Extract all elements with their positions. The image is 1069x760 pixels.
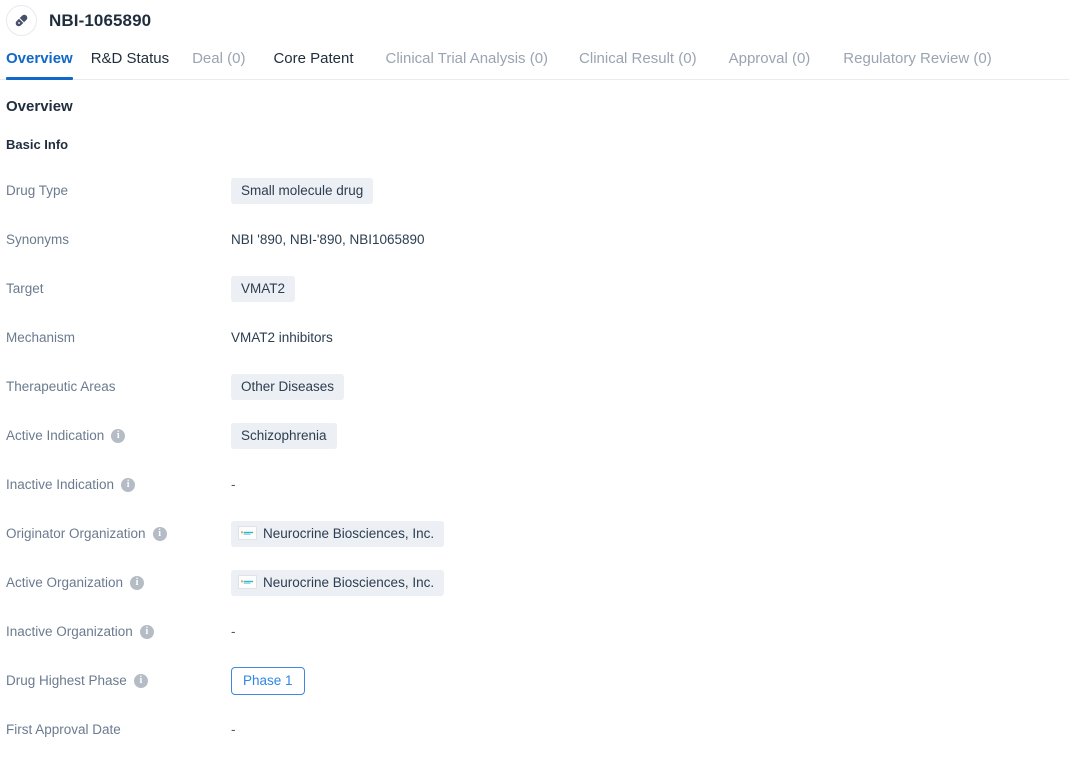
company-logo-icon (238, 575, 257, 589)
row-value: - (231, 722, 236, 738)
mechanism-value: VMAT2 inhibitors (231, 329, 333, 345)
tab-approval[interactable]: Approval (0) (729, 41, 811, 79)
row-label-text: First Approval Date (6, 721, 121, 737)
drug-type-chip[interactable]: Small molecule drug (231, 177, 374, 204)
table-row: Drug Highest Phase i Phase 1 (6, 656, 1069, 705)
table-row: Active Organization i Neurocrine Bioscie… (6, 558, 1069, 607)
row-label-text: Drug Type (6, 182, 69, 198)
row-label: Originator Organization i (6, 526, 231, 542)
row-label: Mechanism (6, 330, 231, 346)
row-value: Schizophrenia (231, 422, 337, 449)
row-label: Inactive Indication i (6, 477, 231, 493)
table-row: Inactive Organization i - (6, 607, 1069, 656)
page-title: NBI-1065890 (49, 10, 152, 30)
row-label-text: Therapeutic Areas (6, 378, 116, 394)
drug-highest-phase-chip[interactable]: Phase 1 (231, 666, 305, 695)
row-label-text: Inactive Indication (6, 476, 115, 492)
therapeutic-area-chip[interactable]: Other Diseases (231, 373, 345, 400)
row-label-text: Synonyms (6, 231, 70, 247)
table-row: Originator Organization i Neurocrine Bio… (6, 509, 1069, 558)
info-icon[interactable]: i (139, 624, 154, 639)
row-label: Drug Type (6, 183, 231, 199)
row-value: Neurocrine Biosciences, Inc. (231, 520, 445, 547)
row-value: - (231, 624, 236, 640)
synonyms-value: NBI '890, NBI-'890, NBI1065890 (231, 231, 425, 247)
tab-deal[interactable]: Deal (0) (192, 41, 245, 79)
row-label: Active Indication i (6, 428, 231, 444)
row-value: Phase 1 (231, 666, 305, 695)
row-label: First Approval Date (6, 722, 231, 738)
target-chip[interactable]: VMAT2 (231, 275, 296, 302)
row-value: VMAT2 inhibitors (231, 330, 333, 346)
inactive-indication-value: - (231, 476, 236, 492)
table-row: Mechanism VMAT2 inhibitors (6, 313, 1069, 362)
tab-rd-status[interactable]: R&D Status (91, 41, 169, 79)
row-label: Therapeutic Areas (6, 379, 231, 395)
info-icon[interactable]: i (152, 526, 167, 541)
row-value: Neurocrine Biosciences, Inc. (231, 569, 445, 596)
tab-clinical-result[interactable]: Clinical Result (0) (579, 41, 697, 79)
row-label: Drug Highest Phase i (6, 673, 231, 689)
row-label-text: Active Indication (6, 427, 105, 443)
row-label: Active Organization i (6, 575, 231, 591)
tab-core-patent[interactable]: Core Patent (273, 41, 353, 79)
table-row: Target VMAT2 (6, 264, 1069, 313)
info-icon[interactable]: i (121, 477, 136, 492)
tab-clinical-trial-analysis[interactable]: Clinical Trial Analysis (0) (386, 41, 549, 79)
row-value: Other Diseases (231, 373, 345, 400)
row-value: VMAT2 (231, 275, 296, 302)
first-approval-date-value: - (231, 721, 236, 737)
originator-organization-chip[interactable]: Neurocrine Biosciences, Inc. (231, 520, 445, 547)
row-label: Inactive Organization i (6, 624, 231, 640)
active-indication-chip[interactable]: Schizophrenia (231, 422, 337, 449)
row-value: - (231, 477, 236, 493)
page-header: NBI-1065890 (0, 0, 1069, 41)
basic-info-table: Drug Type Small molecule drug Synonyms N… (6, 166, 1069, 754)
organization-name: Neurocrine Biosciences, Inc. (263, 574, 435, 590)
inactive-organization-value: - (231, 623, 236, 639)
organization-name: Neurocrine Biosciences, Inc. (263, 525, 435, 541)
info-icon[interactable]: i (111, 428, 126, 443)
table-row: Inactive Indication i - (6, 460, 1069, 509)
table-row: Synonyms NBI '890, NBI-'890, NBI1065890 (6, 215, 1069, 264)
row-label-text: Originator Organization (6, 525, 146, 541)
tab-overview[interactable]: Overview (6, 41, 73, 80)
info-icon[interactable]: i (130, 575, 145, 590)
row-label-text: Drug Highest Phase (6, 672, 127, 688)
company-logo-icon (238, 526, 257, 540)
info-icon[interactable]: i (133, 673, 148, 688)
row-label: Synonyms (6, 232, 231, 248)
row-value: Small molecule drug (231, 177, 374, 204)
table-row: First Approval Date - (6, 705, 1069, 754)
table-row: Therapeutic Areas Other Diseases (6, 362, 1069, 411)
page-section-title: Overview (6, 98, 73, 115)
overview-content: Overview Basic Info Drug Type Small mole… (0, 98, 1069, 754)
active-organization-chip[interactable]: Neurocrine Biosciences, Inc. (231, 569, 445, 596)
row-label-text: Target (6, 280, 44, 296)
row-label: Target (6, 281, 231, 297)
row-label-text: Active Organization (6, 574, 124, 590)
basic-info-title: Basic Info (6, 137, 69, 152)
tab-bar: Overview R&D Status Deal (0) Core Patent… (0, 41, 1069, 80)
row-value: NBI '890, NBI-'890, NBI1065890 (231, 232, 425, 248)
pill-capsule-icon (6, 5, 37, 36)
table-row: Drug Type Small molecule drug (6, 166, 1069, 215)
row-label-text: Mechanism (6, 329, 76, 345)
tab-regulatory-review[interactable]: Regulatory Review (0) (843, 41, 991, 79)
row-label-text: Inactive Organization (6, 623, 133, 639)
table-row: Active Indication i Schizophrenia (6, 411, 1069, 460)
